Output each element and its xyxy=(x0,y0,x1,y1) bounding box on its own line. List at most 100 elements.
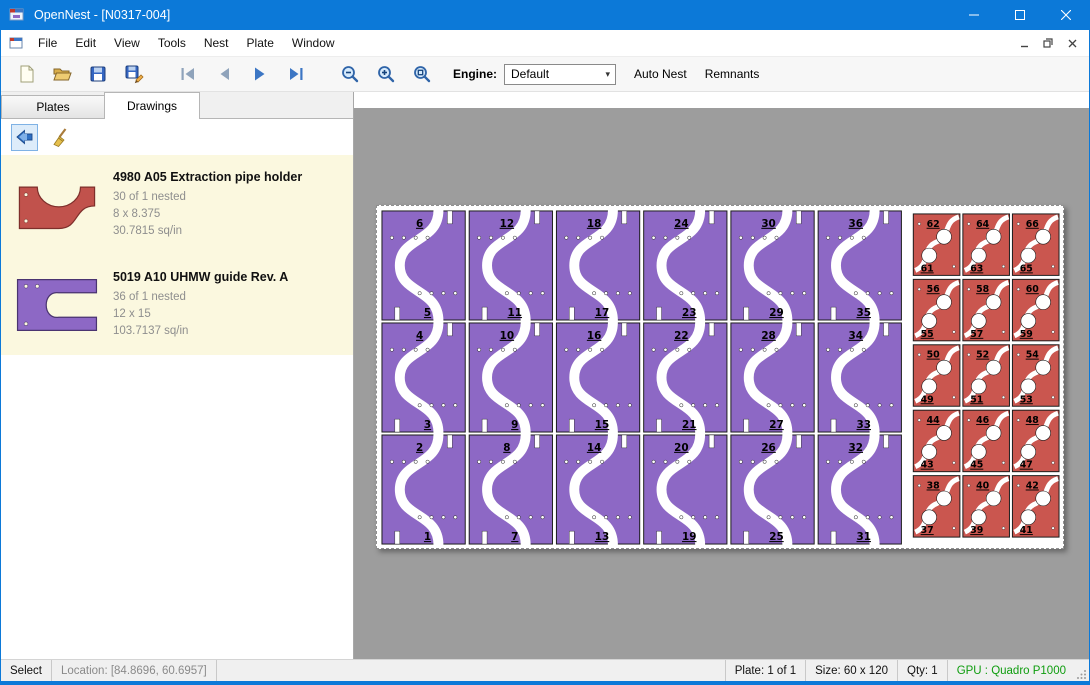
nest-layout: 6512111817242330293635431091615222128273… xyxy=(377,206,1063,548)
status-gpu: GPU : Quadro P1000 xyxy=(947,660,1075,681)
drawing-item-5019[interactable]: 5019 A10 UHMW guide Rev. A 36 of 1 neste… xyxy=(1,255,353,355)
nested-part-pair-red[interactable]: 4039 xyxy=(963,476,1010,537)
svg-text:23: 23 xyxy=(682,307,696,319)
zoom-fit-button[interactable] xyxy=(407,60,437,89)
new-button[interactable] xyxy=(11,60,41,89)
nested-part-pair-red[interactable]: 5857 xyxy=(963,279,1010,340)
last-plate-button[interactable] xyxy=(281,60,311,89)
plate[interactable]: 6512111817242330293635431091615222128273… xyxy=(376,205,1064,549)
nested-part-pair-purple[interactable]: 21 xyxy=(382,434,465,545)
nested-part-pair-red[interactable]: 5655 xyxy=(913,279,960,340)
save-button[interactable] xyxy=(83,60,113,89)
tab-drawings[interactable]: Drawings xyxy=(104,92,200,119)
nested-part-pair-purple[interactable]: 2423 xyxy=(644,210,727,321)
drawing-item-4980[interactable]: 4980 A05 Extraction pipe holder 30 of 1 … xyxy=(1,155,353,255)
svg-text:51: 51 xyxy=(970,394,983,405)
maximize-button[interactable] xyxy=(997,0,1043,30)
mdi-window-controls xyxy=(1015,34,1089,52)
svg-text:18: 18 xyxy=(587,218,601,230)
svg-text:42: 42 xyxy=(1026,481,1039,492)
nested-part-pair-purple[interactable]: 2625 xyxy=(731,434,814,545)
nested-part-pair-purple[interactable]: 87 xyxy=(469,434,552,545)
nested-part-pair-purple[interactable]: 1211 xyxy=(469,210,552,321)
clear-button[interactable] xyxy=(47,124,74,151)
nested-part-pair-purple[interactable]: 2019 xyxy=(644,434,727,545)
main-toolbar: Engine: Default ▾ Auto Nest Remnants xyxy=(1,56,1089,92)
nested-part-pair-purple[interactable]: 34 33 xyxy=(818,322,901,433)
nested-part-pair-purple[interactable]: 3029 xyxy=(731,210,814,321)
part-thumbnail-red xyxy=(9,174,105,236)
statusbar: Select Location: [84.8696, 60.6957] Plat… xyxy=(1,659,1089,681)
return-part-button[interactable] xyxy=(11,124,38,151)
next-plate-button[interactable] xyxy=(245,60,275,89)
menu-nest[interactable]: Nest xyxy=(195,32,238,54)
nested-part-pair-red[interactable]: 6463 xyxy=(963,214,1010,275)
svg-text:12: 12 xyxy=(500,218,514,230)
nested-part-pair-purple[interactable]: 3635 xyxy=(818,210,901,321)
menu-edit[interactable]: Edit xyxy=(66,32,105,54)
menu-view[interactable]: View xyxy=(105,32,149,54)
menu-tools[interactable]: Tools xyxy=(149,32,195,54)
nested-part-pair-red[interactable]: 3837 xyxy=(913,476,960,537)
remnants-button[interactable]: Remnants xyxy=(705,67,760,81)
save-as-button[interactable] xyxy=(119,60,149,89)
svg-text:6: 6 xyxy=(416,218,423,230)
tab-plates[interactable]: Plates xyxy=(1,95,105,118)
svg-text:55: 55 xyxy=(921,329,934,340)
open-button[interactable] xyxy=(47,60,77,89)
svg-text:3: 3 xyxy=(424,419,431,431)
zoom-out-button[interactable] xyxy=(335,60,365,89)
first-arrow-icon xyxy=(178,64,198,84)
zoom-in-button[interactable] xyxy=(371,60,401,89)
nested-part-pair-purple[interactable]: 43 xyxy=(382,322,465,433)
svg-text:17: 17 xyxy=(595,307,609,319)
mdi-minimize-button[interactable] xyxy=(1015,34,1033,52)
nested-part-pair-red[interactable]: 5453 xyxy=(1012,345,1059,406)
resize-grip[interactable] xyxy=(1075,660,1089,681)
nested-part-pair-red[interactable]: 4241 xyxy=(1012,476,1059,537)
svg-text:64: 64 xyxy=(976,219,990,230)
nested-part-pair-red[interactable]: 4645 xyxy=(963,410,1010,471)
svg-text:31: 31 xyxy=(857,531,871,543)
nested-part-pair-purple[interactable]: 1817 xyxy=(556,210,639,321)
svg-text:33: 33 xyxy=(857,419,871,431)
engine-select[interactable]: Default ▾ xyxy=(504,64,616,85)
svg-text:15: 15 xyxy=(595,419,609,431)
menu-file[interactable]: File xyxy=(29,32,66,54)
engine-label: Engine: xyxy=(453,67,497,81)
svg-text:45: 45 xyxy=(970,460,983,471)
nested-part-pair-purple[interactable]: 2827 xyxy=(731,322,814,433)
nested-part-pair-purple[interactable]: 3231 xyxy=(818,434,901,545)
nested-part-pair-red[interactable]: 5049 xyxy=(913,345,960,406)
nested-part-pair-red[interactable]: 4847 xyxy=(1012,410,1059,471)
back-arrow-icon xyxy=(15,127,35,147)
zoom-in-icon xyxy=(376,64,396,84)
nested-part-pair-purple[interactable]: 109 xyxy=(469,322,552,433)
minimize-button[interactable] xyxy=(951,0,997,30)
previous-plate-button[interactable] xyxy=(209,60,239,89)
nested-part-pair-purple[interactable]: 2221 xyxy=(644,322,727,433)
close-button[interactable] xyxy=(1043,0,1089,30)
nest-canvas[interactable]: 6512111817242330293635431091615222128273… xyxy=(354,92,1089,659)
nested-part-pair-red[interactable]: 6665 xyxy=(1012,214,1059,275)
svg-text:34: 34 xyxy=(849,330,863,342)
nested-part-pair-red[interactable]: 5251 xyxy=(963,345,1010,406)
mdi-close-button[interactable] xyxy=(1063,34,1081,52)
drawing-nested-count: 30 of 1 nested xyxy=(113,189,302,206)
menu-window[interactable]: Window xyxy=(283,32,344,54)
svg-text:48: 48 xyxy=(1026,415,1039,426)
nested-part-pair-red[interactable]: 6059 xyxy=(1012,279,1059,340)
app-window: OpenNest - [N0317-004] File Edit View To… xyxy=(0,0,1090,685)
menu-plate[interactable]: Plate xyxy=(238,32,283,54)
svg-text:25: 25 xyxy=(769,531,783,543)
nested-part-pair-purple[interactable]: 65 xyxy=(382,210,465,321)
mdi-restore-button[interactable] xyxy=(1039,34,1057,52)
nested-part-pair-purple[interactable]: 1413 xyxy=(556,434,639,545)
svg-text:44: 44 xyxy=(927,415,941,426)
auto-nest-button[interactable]: Auto Nest xyxy=(634,67,687,81)
nested-part-pair-red[interactable]: 6261 xyxy=(913,214,960,275)
nested-part-pair-purple[interactable]: 1615 xyxy=(556,322,639,433)
svg-text:28: 28 xyxy=(761,330,775,342)
nested-part-pair-red[interactable]: 4443 xyxy=(913,410,960,471)
first-plate-button[interactable] xyxy=(173,60,203,89)
